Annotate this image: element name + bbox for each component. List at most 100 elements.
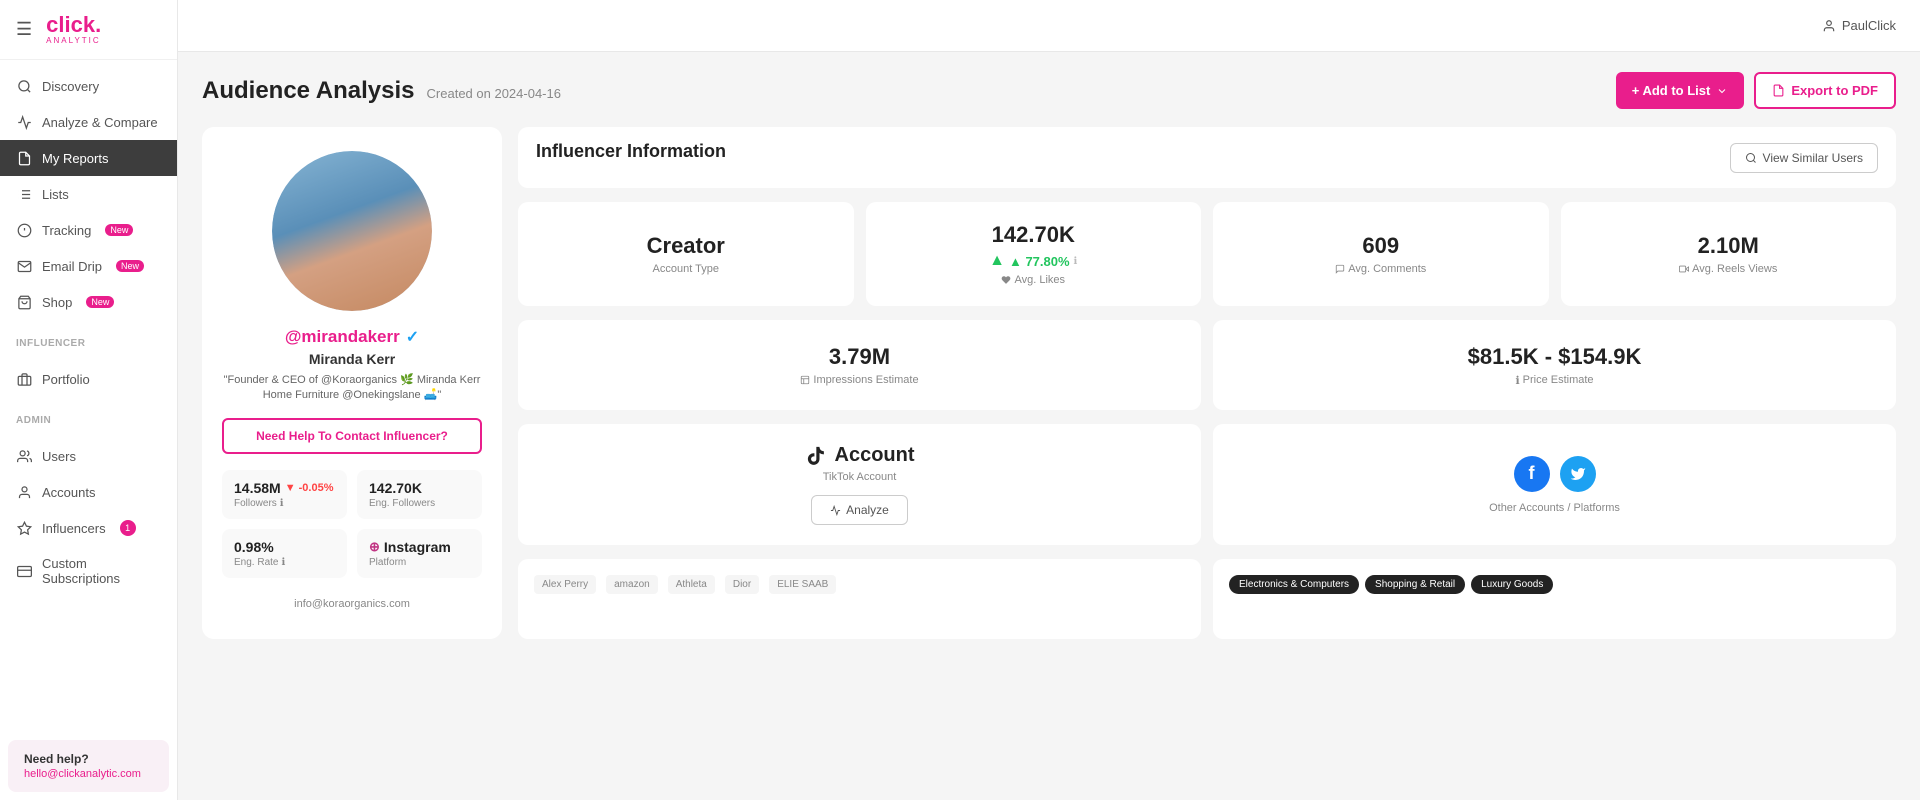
- header-actions: + Add to List Export to PDF: [1616, 72, 1896, 109]
- admin-nav: Users Accounts Influencers 1 Custom Subs…: [0, 430, 177, 604]
- instagram-icon: ⊕: [369, 539, 380, 555]
- influencers-icon: [16, 520, 32, 536]
- new-badge: New: [86, 296, 114, 308]
- other-accounts-label: Other Accounts / Platforms: [1489, 502, 1620, 514]
- page-header: Audience Analysis Created on 2024-04-16 …: [202, 72, 1896, 109]
- avg-likes-label: Avg. Likes: [1001, 274, 1065, 286]
- eng-followers-stat: 142.70K Eng. Followers: [357, 470, 482, 519]
- add-to-list-button[interactable]: + Add to List: [1616, 72, 1745, 109]
- impressions-value: 3.79M: [829, 344, 890, 370]
- sidebar-item-lists[interactable]: Lists: [0, 176, 177, 212]
- up-arrow-icon: ▲: [989, 252, 1005, 270]
- export-to-pdf-button[interactable]: Export to PDF: [1754, 72, 1896, 109]
- contact-influencer-button[interactable]: Need Help To Contact Influencer?: [222, 418, 482, 454]
- sidebar-item-label: Discovery: [42, 79, 99, 94]
- two-col-layout: @mirandakerr ✓ Miranda Kerr "Founder & C…: [202, 127, 1896, 639]
- avg-likes-value: 142.70K: [992, 222, 1075, 248]
- accounts-row: Account TikTok Account Analyze f: [518, 424, 1896, 545]
- sidebar-item-label: Influencers: [42, 521, 106, 536]
- logo-sub: ANALYTIC: [46, 36, 101, 45]
- logo-text: click.: [46, 14, 101, 36]
- sidebar-item-label: Users: [42, 449, 76, 464]
- brand-chips-card: Electronics & Computers Shopping & Retai…: [1213, 559, 1896, 639]
- main-nav: Discovery Analyze & Compare My Reports L…: [0, 60, 177, 328]
- content-area: Audience Analysis Created on 2024-04-16 …: [178, 52, 1920, 800]
- admin-section-label: ADMIN: [0, 405, 177, 430]
- sidebar-item-users[interactable]: Users: [0, 438, 177, 474]
- brand-logo-athleta: Athleta: [668, 575, 715, 594]
- followers-stat: 14.58M ▼ -0.05% Followers ℹ: [222, 470, 347, 519]
- sidebar-item-my-reports[interactable]: My Reports: [0, 140, 177, 176]
- sidebar-item-email-drip[interactable]: Email Drip New: [0, 248, 177, 284]
- brand-chip-shopping: Shopping & Retail: [1365, 575, 1465, 594]
- twitter-icon[interactable]: [1560, 456, 1596, 492]
- influencer-display-name: Miranda Kerr: [309, 351, 395, 367]
- influencer-section-label: INFLUENCER: [0, 328, 177, 353]
- sidebar-item-tracking[interactable]: Tracking New: [0, 212, 177, 248]
- verified-icon: ✓: [406, 327, 419, 347]
- tiktok-account-card: Account TikTok Account Analyze: [518, 424, 1201, 545]
- price-estimate-card: $81.5K - $154.9K ℹ Price Estimate: [1213, 320, 1896, 410]
- account-type-value: Creator: [647, 233, 725, 259]
- sidebar-item-label: Lists: [42, 187, 69, 202]
- stats-row-1: Creator Account Type 142.70K ▲ ▲ 77.80% …: [518, 202, 1896, 306]
- sidebar-item-custom-subscriptions[interactable]: Custom Subscriptions: [0, 546, 177, 596]
- subs-icon: [16, 563, 32, 579]
- eng-rate-label: Eng. Rate ℹ: [234, 557, 335, 568]
- influencer-nav: Portfolio: [0, 353, 177, 405]
- users-icon: [16, 448, 32, 464]
- document-icon: [16, 150, 32, 166]
- sidebar-item-discovery[interactable]: Discovery: [0, 68, 177, 104]
- help-email-text[interactable]: hello@clickanalytic.com: [24, 768, 153, 780]
- sidebar-item-analyze[interactable]: Analyze & Compare: [0, 104, 177, 140]
- influencer-bio: "Founder & CEO of @Koraorganics 🌿 Mirand…: [222, 373, 482, 404]
- analyze-button[interactable]: Analyze: [811, 495, 908, 525]
- logo: click. ANALYTIC: [46, 14, 101, 45]
- view-similar-button[interactable]: View Similar Users: [1730, 143, 1878, 173]
- analyze-icon: [830, 505, 841, 516]
- search-icon: [16, 78, 32, 94]
- need-help-text: Need help?: [24, 752, 153, 766]
- price-estimate-label: ℹ Price Estimate: [1515, 374, 1593, 387]
- new-badge: New: [105, 224, 133, 236]
- top-bar: PaulClick: [178, 0, 1920, 52]
- followers-change: ▼ -0.05%: [285, 482, 334, 494]
- account-type-card: Creator Account Type: [518, 202, 854, 306]
- brands-row: Alex Perry amazon Athleta Dior ELIE SAAB…: [518, 559, 1896, 639]
- new-badge: New: [116, 260, 144, 272]
- brand-chip-luxury: Luxury Goods: [1471, 575, 1553, 594]
- heart-icon: [1001, 275, 1011, 285]
- page-title: Audience Analysis: [202, 77, 415, 105]
- avatar: [272, 151, 432, 311]
- brand-logo-amazon: amazon: [606, 575, 658, 594]
- platform-value: ⊕ Instagram: [369, 539, 470, 555]
- sidebar-item-shop[interactable]: Shop New: [0, 284, 177, 320]
- impressions-icon: [800, 375, 810, 385]
- sidebar-item-label: Tracking: [42, 223, 91, 238]
- comment-icon: [1335, 264, 1345, 274]
- user-icon: [1822, 19, 1836, 33]
- sidebar-item-label: Portfolio: [42, 372, 90, 387]
- sidebar-item-accounts[interactable]: Accounts: [0, 474, 177, 510]
- sidebar-item-label: Custom Subscriptions: [42, 556, 161, 586]
- portfolio-icon: [16, 371, 32, 387]
- stats-row-2: 3.79M Impressions Estimate $81.5K - $154…: [518, 320, 1896, 410]
- sidebar-item-label: My Reports: [42, 151, 108, 166]
- page-title-area: Audience Analysis Created on 2024-04-16: [202, 77, 561, 105]
- tiktok-title: Account: [805, 444, 915, 467]
- chart-icon: [16, 114, 32, 130]
- brand-logos: Alex Perry amazon Athleta Dior ELIE SAAB: [534, 575, 1185, 594]
- info-icon: ℹ: [280, 498, 284, 509]
- sidebar-item-label: Shop: [42, 295, 72, 310]
- search-icon: [1745, 152, 1757, 164]
- sidebar-item-portfolio[interactable]: Portfolio: [0, 361, 177, 397]
- logo-area: ☰ click. ANALYTIC: [0, 0, 177, 60]
- impressions-label: Impressions Estimate: [800, 374, 918, 386]
- tiktok-icon: [805, 445, 827, 467]
- hamburger-icon[interactable]: ☰: [16, 19, 32, 40]
- avg-likes-card: 142.70K ▲ ▲ 77.80% ℹ Avg. Likes: [866, 202, 1202, 306]
- influencer-email: info@koraorganics.com: [294, 598, 410, 610]
- facebook-icon[interactable]: f: [1514, 456, 1550, 492]
- influencer-username: @mirandakerr ✓: [285, 327, 419, 347]
- sidebar-item-influencers[interactable]: Influencers 1: [0, 510, 177, 546]
